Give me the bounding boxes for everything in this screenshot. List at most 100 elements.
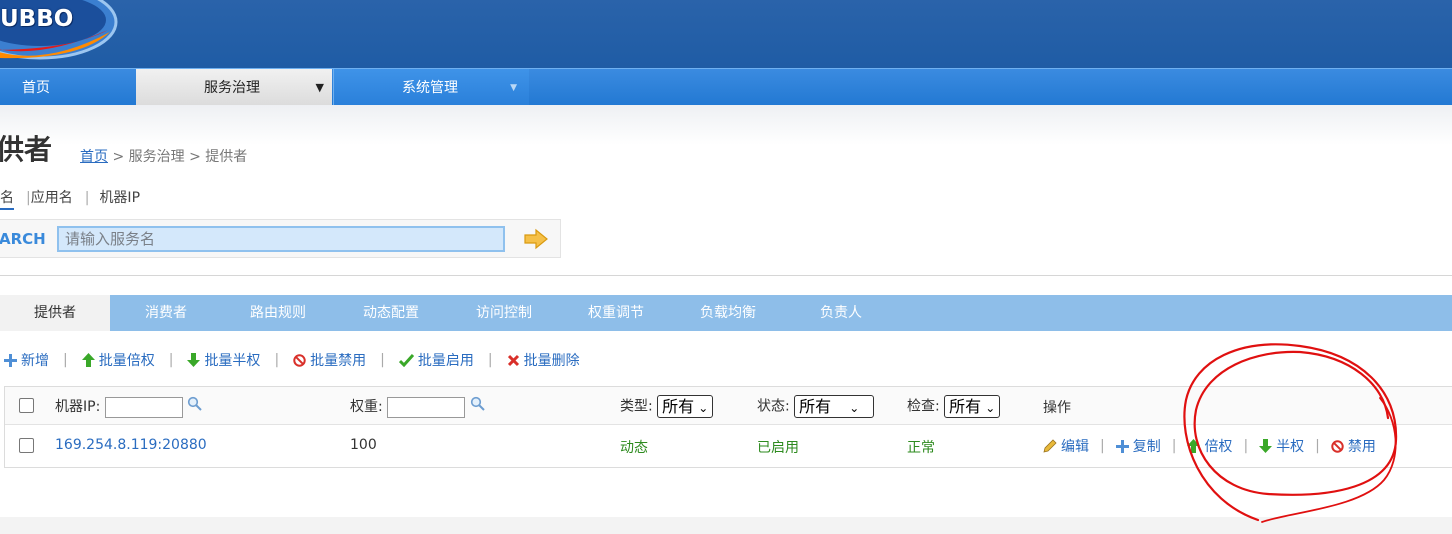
search-input[interactable]: [57, 226, 505, 252]
search-tab-machine-ip[interactable]: 机器IP: [99, 190, 140, 206]
batch-enable-button[interactable]: 批量启用: [398, 350, 474, 370]
tab-owner[interactable]: 负责人: [784, 295, 898, 331]
batch-enable-label: 批量启用: [417, 353, 474, 369]
half-weight-button[interactable]: 半权: [1259, 436, 1304, 456]
arrow-down-icon: [1259, 439, 1273, 453]
breadcrumb-trail: > 服务治理 > 提供者: [108, 149, 248, 165]
main-nav: 首页 服务治理 ▼ 系统管理 ▼: [0, 68, 1452, 105]
header-type-label: 类型:: [620, 398, 653, 415]
table-row: 169.254.8.119:20880 100 动态 已启用 正常 编辑 | 复制 |…: [5, 426, 1452, 467]
edit-label: 编辑: [1061, 439, 1089, 455]
row-ip-link[interactable]: 169.254.8.119:20880: [55, 437, 207, 453]
ip-filter-input[interactable]: [104, 396, 183, 418]
nav-system-management[interactable]: 系统管理 ▼: [333, 69, 529, 105]
pencil-icon: [1043, 439, 1057, 453]
batch-delete-label: 批量删除: [523, 353, 580, 369]
header-ops: 操作: [1043, 400, 1071, 416]
providers-table: 机器IP: 权重: 类型: 所有⌄ 状态: 所有⌄ 检查: 所有⌄ 操作: [4, 386, 1452, 468]
search-icon[interactable]: [187, 396, 203, 412]
arrow-down-icon: [187, 353, 201, 367]
check-icon: [398, 353, 414, 368]
header-status: 状态: 所有 ⌄: [757, 395, 875, 418]
tab-load-balance[interactable]: 负载均衡: [672, 295, 784, 331]
row-check: 正常: [907, 440, 935, 456]
copy-button[interactable]: 复制: [1115, 436, 1161, 456]
tab-routing-rules[interactable]: 路由规则: [222, 295, 334, 331]
select-all-checkbox[interactable]: [19, 398, 34, 413]
breadcrumb-home-link[interactable]: 首页: [80, 149, 108, 165]
close-icon: [507, 354, 519, 367]
separator: |: [168, 352, 174, 368]
search-label: ARCH: [0, 230, 46, 248]
status-filter-value: 所有: [799, 397, 832, 416]
header-type: 类型: 所有 ⌄: [620, 395, 714, 418]
search-type-tabs: 名 |应用名 | 机器IP: [0, 187, 140, 210]
batch-half-label: 批量半权: [204, 353, 261, 369]
arrow-right-icon[interactable]: [523, 228, 549, 250]
check-filter-select[interactable]: 所有 ⌄: [944, 395, 1001, 418]
header-ip-label: 机器IP:: [55, 399, 101, 415]
type-filter-value: 所有: [662, 397, 695, 416]
header-weight-label: 权重:: [350, 399, 383, 415]
category-tabs: 提供者 消费者 路由规则 动态配置 访问控制 权重调节 负载均衡 负责人: [0, 295, 1452, 331]
tab-consumers[interactable]: 消费者: [110, 295, 222, 331]
batch-delete-button[interactable]: 批量删除: [507, 350, 580, 370]
arrow-up-icon: [81, 353, 95, 367]
add-button[interactable]: 新增: [4, 350, 49, 370]
weight-filter-input[interactable]: [387, 396, 466, 418]
nav-service-governance[interactable]: 服务治理 ▼: [136, 69, 332, 105]
header-status-label: 状态:: [757, 398, 790, 415]
status-filter-select[interactable]: 所有 ⌄: [794, 395, 875, 418]
header-check-label: 检查:: [907, 398, 940, 415]
nav-home[interactable]: 首页: [0, 69, 135, 105]
plus-icon: [4, 354, 17, 367]
tab-access-control[interactable]: 访问控制: [448, 295, 560, 331]
batch-disable-label: 批量禁用: [310, 353, 367, 369]
tab-providers[interactable]: 提供者: [0, 295, 110, 331]
type-filter-select[interactable]: 所有 ⌄: [657, 395, 714, 418]
batch-double-label: 批量倍权: [98, 353, 155, 369]
chevron-down-icon: ⌄: [985, 401, 996, 415]
row-status: 已启用: [757, 440, 799, 456]
disable-button[interactable]: 禁用: [1331, 436, 1376, 456]
table-header: 机器IP: 权重: 类型: 所有 ⌄ 状态: 所有 ⌄ 检查: 所有 ⌄ 操作: [5, 387, 1452, 425]
header-ip: 机器IP:: [55, 396, 203, 418]
double-weight-button[interactable]: 倍权: [1187, 436, 1232, 456]
separator: |: [274, 352, 280, 368]
check-filter-value: 所有: [949, 397, 982, 416]
separator: |: [63, 352, 68, 368]
plus-icon: [1115, 440, 1129, 453]
chevron-down-icon: ⌄: [849, 401, 860, 415]
arrow-up-icon: [1187, 439, 1201, 453]
page-title: 供者: [0, 133, 53, 166]
disable-label: 禁用: [1347, 439, 1376, 455]
ban-icon: [1331, 440, 1344, 453]
header-weight: 权重:: [350, 396, 486, 418]
separator: |: [1243, 438, 1249, 454]
double-weight-label: 倍权: [1204, 439, 1233, 455]
caret-down-icon: ▼: [315, 81, 324, 94]
batch-toolbar: 新增 | 批量倍权 | 批量半权 | 批量禁用 | 批量启用 | 批量删除: [4, 350, 580, 372]
separator: |: [84, 190, 90, 206]
separator: |: [487, 352, 493, 368]
header-check: 检查: 所有 ⌄: [907, 395, 1001, 418]
separator: |: [1171, 438, 1177, 454]
dubbo-logo[interactable]: UBBO: [0, 0, 120, 64]
search-icon[interactable]: [470, 396, 486, 412]
logo-text: UBBO: [0, 6, 74, 32]
edit-button[interactable]: 编辑: [1043, 436, 1089, 456]
batch-double-button[interactable]: 批量倍权: [81, 350, 155, 370]
row-checkbox[interactable]: [19, 438, 34, 453]
row-weight: 100: [350, 437, 377, 453]
tab-weight-adjust[interactable]: 权重调节: [560, 295, 672, 331]
copy-label: 复制: [1132, 439, 1161, 455]
separator: |: [1100, 438, 1105, 454]
row-type: 动态: [620, 440, 648, 456]
nav-system-management-label: 系统管理: [402, 80, 458, 96]
search-tab-app-name[interactable]: 应用名: [31, 190, 73, 206]
batch-half-button[interactable]: 批量半权: [187, 350, 260, 370]
chevron-down-icon: ⌄: [698, 401, 709, 415]
search-tab-service-name[interactable]: 名: [0, 190, 14, 210]
batch-disable-button[interactable]: 批量禁用: [293, 350, 366, 370]
tab-dynamic-config[interactable]: 动态配置: [334, 295, 448, 331]
